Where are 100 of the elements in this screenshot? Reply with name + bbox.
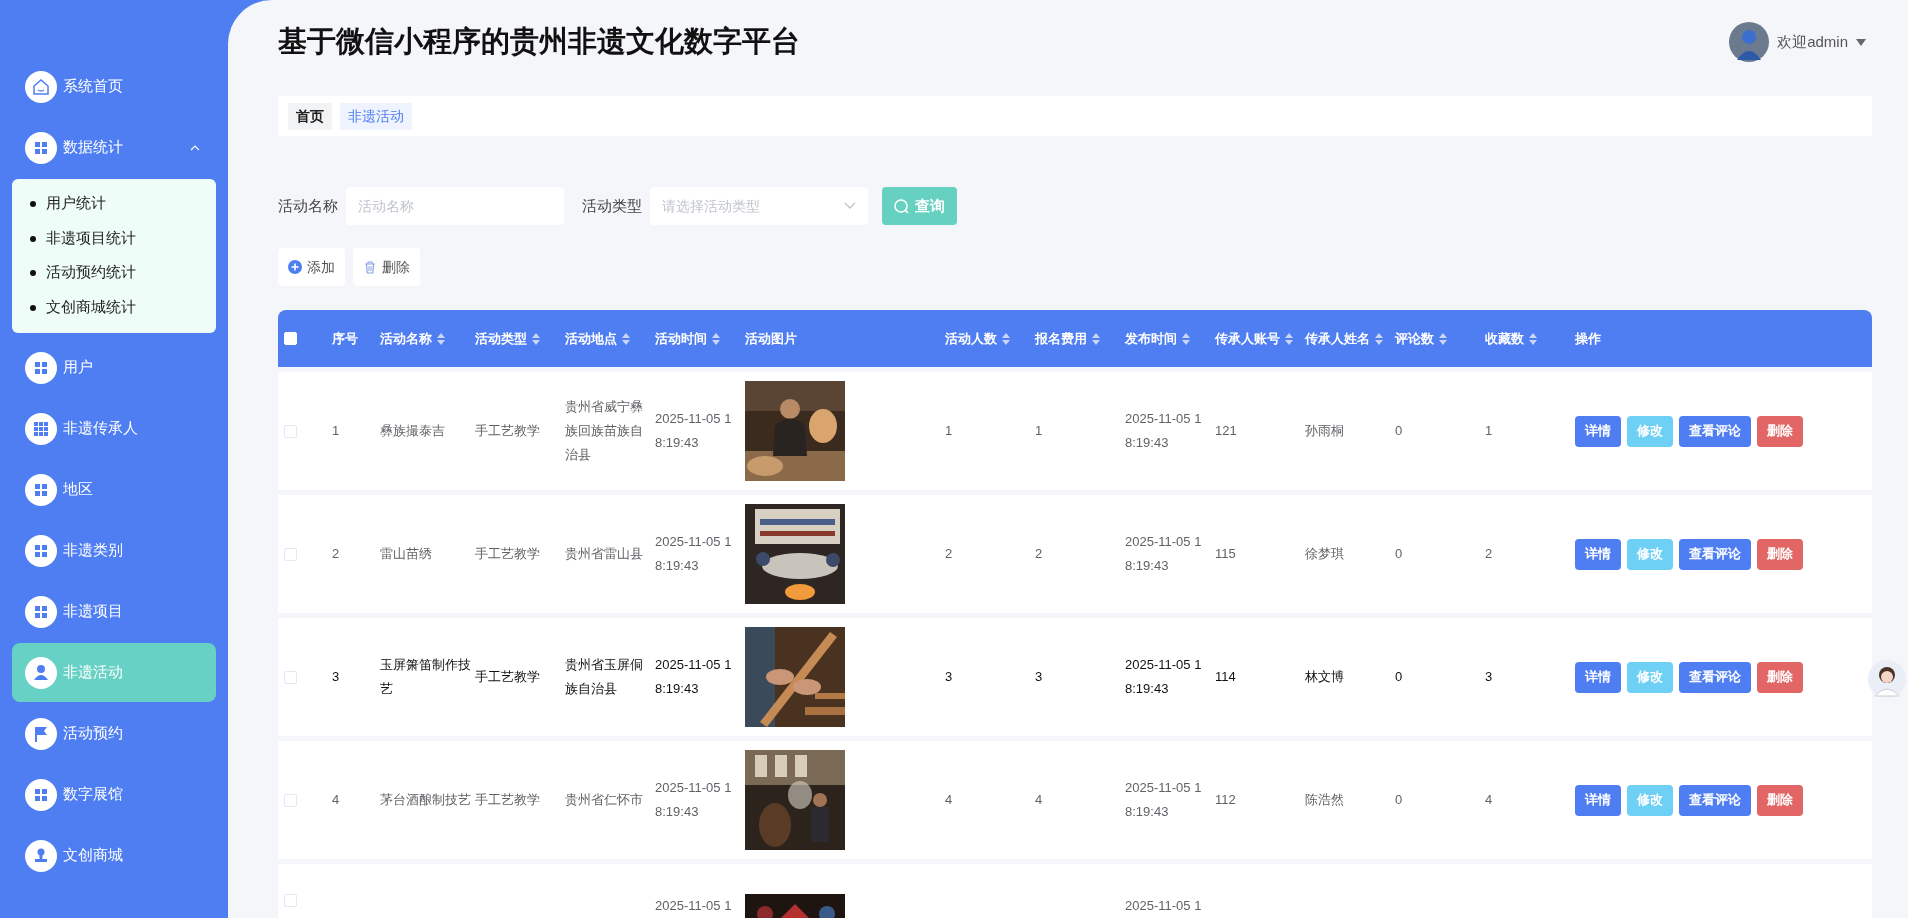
sort-icon[interactable] — [1529, 332, 1537, 345]
page-title: 基于微信小程序的贵州非遗文化数字平台 — [278, 24, 800, 60]
assistant-avatar[interactable] — [1868, 660, 1906, 698]
delete-button[interactable]: 删除 — [1757, 784, 1803, 816]
sidebar-item[interactable]: 数据统计 — [12, 118, 216, 177]
table-row[interactable]: 2025-11-05 1 2025-11-05 1 — [278, 864, 1872, 918]
table-cell-text: 2025-11-05 18:19:43 — [1125, 533, 1203, 575]
table-cell-text: 2 — [1035, 545, 1044, 563]
action-button[interactable]: 详情 — [1575, 538, 1621, 570]
plus-icon — [288, 260, 302, 274]
flag-icon — [25, 717, 57, 750]
breadcrumb-link[interactable]: 非遗活动 — [340, 102, 412, 130]
sidebar-item[interactable]: 活动预约 — [12, 704, 216, 763]
sidebar-item[interactable]: 非遗项目 — [12, 582, 216, 641]
column-header[interactable]: 活动地点 — [565, 328, 617, 349]
grid-icon — [25, 473, 57, 506]
table-cell-text: 0 — [1395, 791, 1404, 809]
submenu-item[interactable]: 活动预约统计 — [46, 262, 136, 285]
table-cell-text: 4 — [945, 791, 954, 809]
grid-icon — [25, 412, 57, 445]
sidebar-item[interactable]: 系统首页 — [12, 57, 216, 116]
column-header[interactable]: 发布时间 — [1125, 328, 1177, 349]
table-cell-text: 贵州省威宁彝族回族苗族自治县 — [565, 398, 644, 464]
sidebar-item[interactable]: 非遗传承人 — [12, 399, 216, 458]
stamp-icon — [25, 839, 57, 872]
checkbox[interactable] — [284, 424, 297, 438]
column-header: 活动图片 — [745, 329, 797, 348]
table-cell-text: 徐梦琪 — [1305, 545, 1345, 563]
table-cell-text: 手工艺教学 — [475, 791, 541, 809]
sort-icon[interactable] — [1182, 332, 1190, 345]
action-button[interactable]: 查看评论 — [1679, 415, 1751, 447]
sidebar-item[interactable]: 数字展馆 — [12, 765, 216, 824]
checkbox[interactable] — [284, 894, 297, 907]
table-cell-text: 贵州省玉屏侗族自治县 — [565, 656, 644, 698]
table-cell-text: 4 — [1035, 791, 1044, 809]
checkbox[interactable] — [284, 793, 297, 807]
sort-icon[interactable] — [1439, 332, 1447, 345]
column-header[interactable]: 评论数 — [1395, 328, 1434, 349]
delete-button[interactable]: 删除 — [353, 248, 420, 286]
delete-button[interactable]: 删除 — [1757, 538, 1803, 570]
sort-icon[interactable] — [712, 332, 720, 345]
sidebar-item[interactable]: 地区 — [12, 460, 216, 519]
sidebar-item[interactable]: 用户 — [12, 338, 216, 397]
sort-icon[interactable] — [622, 332, 630, 345]
bullet-icon — [30, 304, 36, 311]
sort-icon[interactable] — [1002, 332, 1010, 345]
column-header[interactable]: 活动类型 — [475, 328, 527, 349]
table-row[interactable]: 3 玉屏箫笛制作技艺 手工艺教学 贵州省玉屏侗族自治县 2025-11-05 18:19:43 3 3 2025-11-05 18:19:43 114 林文博 0 3 详情 修改 查看评论 删除 — [278, 618, 1872, 736]
table-cell-text: 2 — [945, 545, 954, 563]
action-button[interactable]: 详情 — [1575, 415, 1621, 447]
table-cell-text: 3 — [332, 668, 341, 686]
bullet-icon — [30, 235, 36, 242]
sort-icon[interactable] — [532, 332, 540, 345]
table-cell-text: 3 — [1035, 668, 1044, 686]
name-input[interactable]: 活动名称 — [346, 187, 564, 225]
delete-button[interactable]: 删除 — [1757, 661, 1803, 693]
table-cell-text: 112 — [1215, 791, 1237, 809]
table-cell-text: 2025-11-05 18:19:43 — [655, 533, 733, 575]
bullet-icon — [30, 270, 36, 277]
column-header[interactable]: 传承人账号 — [1215, 328, 1280, 349]
table-row[interactable]: 2 雷山苗绣 手工艺教学 贵州省雷山县 2025-11-05 18:19:43 2 2 2025-11-05 18:19:43 115 徐梦琪 0 2 详情 修改 查看评论 删除 — [278, 495, 1872, 613]
table-cell-text: 2 — [332, 545, 341, 563]
table-cell-text: 1 — [1035, 422, 1044, 440]
column-header[interactable]: 收藏数 — [1485, 328, 1524, 349]
sort-icon[interactable] — [1092, 332, 1100, 345]
table-row[interactable]: 4 茅台酒酿制技艺 手工艺教学 贵州省仁怀市 2025-11-05 18:19:43 4 4 2025-11-05 18:19:43 112 陈浩然 0 4 详情 修改 查看评论 删除 — [278, 741, 1872, 859]
table-row[interactable]: 1 彝族撮泰吉 手工艺教学 贵州省威宁彝族回族苗族自治县 2025-11-05 18:19:43 1 1 2025-11-05 18:19:43 121 孙雨桐 0 1 详情 修改 查看评论 删除 — [278, 372, 1872, 490]
column-header[interactable]: 传承人姓名 — [1305, 328, 1370, 349]
action-button[interactable]: 详情 — [1575, 661, 1621, 693]
caret-icon[interactable] — [1856, 38, 1866, 46]
breadcrumb-link[interactable]: 首页 — [288, 102, 332, 130]
action-button[interactable]: 查看评论 — [1679, 538, 1751, 570]
add-button[interactable]: 添加 — [278, 248, 345, 286]
action-button[interactable]: 查看评论 — [1679, 661, 1751, 693]
column-header[interactable]: 活动名称 — [380, 328, 432, 349]
submenu-item[interactable]: 非遗项目统计 — [46, 227, 136, 250]
submenu-item[interactable]: 用户统计 — [46, 193, 106, 216]
chevron-icon[interactable] — [844, 202, 856, 210]
user-avatar[interactable] — [1729, 22, 1770, 62]
delete-button[interactable]: 删除 — [1757, 415, 1803, 447]
sort-icon[interactable] — [1285, 332, 1293, 345]
sidebar-item[interactable]: 非遗类别 — [12, 521, 216, 580]
checkbox[interactable] — [284, 670, 297, 684]
action-button[interactable]: 查看评论 — [1679, 784, 1751, 816]
action-button[interactable]: 详情 — [1575, 784, 1621, 816]
grid-icon — [25, 778, 57, 811]
sort-icon[interactable] — [437, 332, 445, 345]
table-cell-text: 0 — [1395, 668, 1404, 686]
user-menu[interactable]: 欢迎admin — [1777, 30, 1848, 54]
column-header[interactable]: 活动时间 — [655, 328, 707, 349]
column-header[interactable]: 活动人数 — [945, 328, 997, 349]
column-header: 序号 — [332, 329, 358, 348]
checkbox[interactable] — [284, 547, 297, 561]
sort-icon[interactable] — [1375, 332, 1383, 345]
submenu-item[interactable]: 文创商城统计 — [46, 296, 136, 319]
sidebar-item[interactable]: 文创商城 — [12, 826, 216, 885]
table-cell-text: 茅台酒酿制技艺 — [380, 791, 471, 809]
table-cell-text: 1 — [332, 422, 341, 440]
column-header[interactable]: 报名费用 — [1035, 328, 1087, 349]
table-cell-text: 陈浩然 — [1305, 791, 1345, 809]
